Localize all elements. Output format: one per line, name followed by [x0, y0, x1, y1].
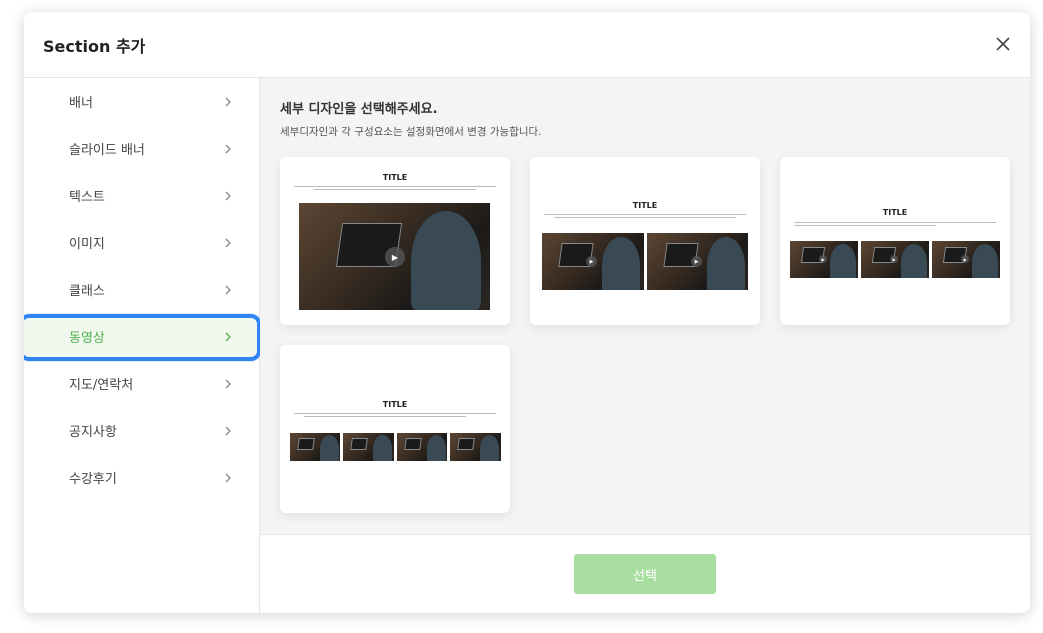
sidebar-item-label: 슬라이드 배너 — [69, 143, 145, 158]
video-thumbnail: ▶ — [542, 233, 644, 290]
placeholder-text-lines — [794, 222, 996, 227]
chevron-right-icon — [225, 332, 231, 341]
sidebar-item-text[interactable]: 텍스트 — [24, 172, 259, 219]
close-icon[interactable] — [994, 35, 1012, 53]
design-card-4[interactable]: TITLE — [280, 345, 510, 513]
modal-footer: 선택 — [260, 534, 1030, 613]
chevron-right-icon — [225, 97, 231, 106]
sidebar-item-map-contact[interactable]: 지도/연락처 — [24, 360, 259, 407]
video-thumbnail: ▶ — [790, 241, 858, 278]
card-title: TITLE — [382, 400, 408, 409]
modal-title: Section 추가 — [43, 36, 146, 56]
sidebar-item-banner[interactable]: 배너 — [24, 78, 259, 125]
video-thumbnail — [290, 433, 340, 461]
sidebar-item-label: 수강후기 — [69, 472, 117, 487]
sidebar-item-label: 텍스트 — [69, 190, 105, 205]
chevron-right-icon — [225, 191, 231, 200]
chevron-right-icon — [225, 285, 231, 294]
placeholder-text-lines — [544, 214, 746, 219]
placeholder-text-lines — [294, 186, 496, 191]
content-subtitle: 세부디자인과 각 구성요소는 설정화면에서 변경 가능합니다. — [280, 126, 542, 138]
card-title: TITLE — [632, 201, 658, 210]
sidebar-item-video[interactable]: 동영상 — [24, 313, 261, 361]
sidebar-item-label: 공지사항 — [69, 425, 117, 440]
section-add-modal: Section 추가 배너 슬라이드 배너 텍스트 이미지 클래스 동영상 지도… — [24, 12, 1030, 613]
sidebar-item-reviews[interactable]: 수강후기 — [24, 454, 259, 501]
modal-body: 배너 슬라이드 배너 텍스트 이미지 클래스 동영상 지도/연락처 공지사항 수… — [24, 78, 1030, 613]
chevron-right-icon — [225, 238, 231, 247]
sidebar-item-image[interactable]: 이미지 — [24, 219, 259, 266]
modal-header: Section 추가 — [24, 12, 1030, 78]
design-card-1[interactable]: TITLE ▶ — [280, 157, 510, 325]
select-button[interactable]: 선택 — [574, 554, 716, 594]
sidebar: 배너 슬라이드 배너 텍스트 이미지 클래스 동영상 지도/연락처 공지사항 수… — [24, 78, 261, 613]
sidebar-item-label: 이미지 — [69, 237, 105, 252]
play-icon: ▶ — [586, 256, 597, 267]
card-title: TITLE — [882, 208, 908, 217]
sidebar-item-label: 클래스 — [69, 284, 105, 299]
video-thumbnail — [343, 433, 394, 461]
sidebar-item-notice[interactable]: 공지사항 — [24, 407, 259, 454]
chevron-right-icon — [225, 426, 231, 435]
chevron-right-icon — [225, 379, 231, 388]
chevron-right-icon — [225, 144, 231, 153]
sidebar-item-label: 배너 — [69, 96, 93, 111]
video-thumbnail — [450, 433, 501, 461]
chevron-right-icon — [225, 473, 231, 482]
video-thumbnail — [397, 433, 447, 461]
play-icon: ▶ — [890, 255, 898, 263]
video-thumbnail: ▶ — [647, 233, 748, 290]
video-thumbnail: ▶ — [861, 241, 929, 278]
play-icon: ▶ — [691, 256, 702, 267]
sidebar-item-slide-banner[interactable]: 슬라이드 배너 — [24, 125, 259, 172]
video-thumbnail: ▶ — [932, 241, 1000, 278]
content-title: 세부 디자인을 선택해주세요. — [280, 102, 438, 117]
sidebar-item-label: 동영상 — [69, 331, 105, 346]
design-card-3[interactable]: TITLE ▶ ▶ ▶ — [780, 157, 1010, 325]
play-icon: ▶ — [819, 255, 827, 263]
video-thumbnail: ▶ — [299, 203, 490, 310]
sidebar-item-label: 지도/연락처 — [69, 378, 134, 393]
sidebar-item-class[interactable]: 클래스 — [24, 266, 259, 313]
card-title: TITLE — [382, 173, 408, 182]
play-icon: ▶ — [961, 255, 969, 263]
design-card-2[interactable]: TITLE ▶ ▶ — [530, 157, 760, 325]
play-icon: ▶ — [385, 247, 405, 267]
design-gallery: 세부 디자인을 선택해주세요. 세부디자인과 각 구성요소는 설정화면에서 변경… — [260, 78, 1030, 534]
placeholder-text-lines — [294, 413, 496, 418]
content-panel: 세부 디자인을 선택해주세요. 세부디자인과 각 구성요소는 설정화면에서 변경… — [260, 78, 1030, 613]
